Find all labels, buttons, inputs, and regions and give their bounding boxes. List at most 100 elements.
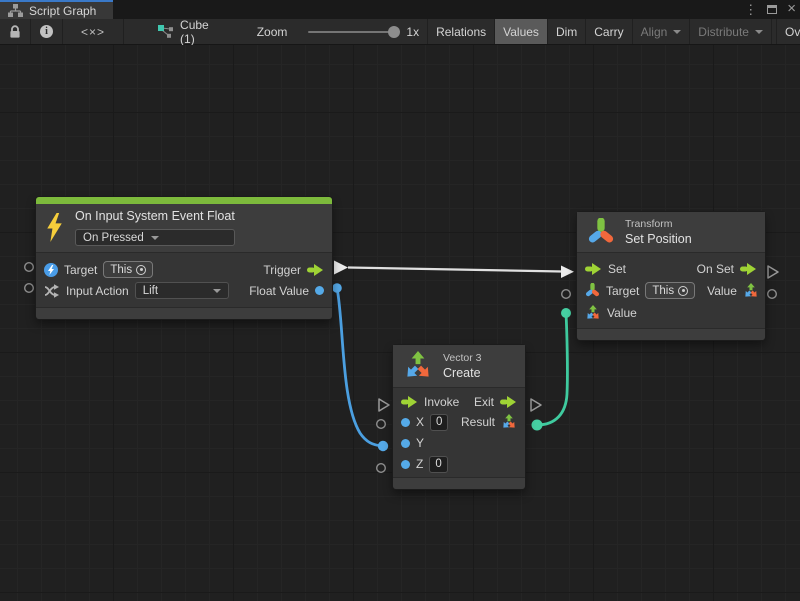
event-target-icon: [44, 263, 58, 277]
x-port-dot[interactable]: [401, 418, 410, 427]
node-transform-set-position[interactable]: Transform Set Position Set On Set: [577, 212, 765, 340]
zoom-slider-thumb[interactable]: [388, 26, 400, 38]
align-dropdown[interactable]: Align: [633, 19, 691, 44]
row-value-input: Value: [577, 302, 765, 323]
target-label: Target: [606, 284, 639, 298]
tab-title: Script Graph: [29, 4, 96, 18]
wire-result-to-value[interactable]: [537, 313, 567, 425]
node-selected-accent: [36, 197, 332, 204]
zoom-control: Zoom 1x: [249, 19, 427, 44]
carry-button[interactable]: Carry: [586, 19, 632, 44]
flow-arrow-icon[interactable]: [585, 263, 602, 275]
invoke-input-port[interactable]: [379, 399, 389, 411]
chevron-down-icon: [213, 289, 221, 293]
result-output-port-connected[interactable]: [532, 420, 543, 431]
node-header[interactable]: Vector 3 Create: [393, 345, 525, 388]
close-icon[interactable]: ×: [787, 1, 796, 16]
x-input-port[interactable]: [377, 420, 386, 429]
exit-output-port[interactable]: [531, 399, 541, 411]
node-category: Vector 3: [443, 352, 482, 364]
event-inputaction-external-port[interactable]: [25, 284, 34, 293]
input-action-dropdown[interactable]: Lift: [135, 282, 229, 299]
y-label: Y: [416, 436, 424, 450]
chevron-down-icon: [755, 30, 763, 34]
flow-arrow-icon[interactable]: [307, 264, 324, 276]
node-header[interactable]: Transform Set Position: [577, 212, 765, 253]
wire-trigger-to-set[interactable]: [348, 268, 562, 272]
zoom-slider[interactable]: [308, 31, 398, 33]
row-y: Y: [393, 433, 525, 453]
z-input-port[interactable]: [377, 464, 386, 473]
target-object-field[interactable]: This: [103, 261, 153, 278]
info-icon: i: [40, 25, 53, 38]
node-footer: [36, 307, 332, 319]
node-footer: [577, 328, 765, 340]
z-value-field[interactable]: 0: [429, 456, 447, 473]
vector3-icon-small[interactable]: [585, 305, 601, 321]
vector3-icon-small[interactable]: [743, 283, 759, 299]
wire-arrowhead: [561, 266, 574, 279]
event-mode-dropdown[interactable]: On Pressed: [75, 229, 235, 246]
target-label: Target: [64, 263, 97, 277]
value-output-label: Value: [707, 284, 737, 298]
dim-button[interactable]: Dim: [548, 19, 586, 44]
transform-value-output-port[interactable]: [768, 290, 777, 299]
values-button[interactable]: Values: [495, 19, 548, 44]
node-category: Transform: [625, 218, 692, 230]
relations-button[interactable]: Relations: [427, 19, 495, 44]
view-source-button[interactable]: <×>: [63, 19, 124, 44]
set-label: Set: [608, 262, 626, 276]
value-input-port-connected[interactable]: [561, 308, 571, 318]
floatvalue-output-port[interactable]: [332, 283, 342, 293]
z-label: Z: [416, 457, 423, 471]
z-port-dot[interactable]: [401, 460, 410, 469]
distribute-dropdown[interactable]: Distribute: [690, 19, 772, 44]
input-action-label: Input Action: [66, 284, 129, 298]
flow-arrow-icon[interactable]: [500, 396, 517, 408]
wire-floatvalue-to-y[interactable]: [337, 288, 383, 446]
script-graph-window: Script Graph ⋮ × i <×>: [0, 0, 800, 601]
row-target-value: Target This Value: [577, 279, 765, 302]
row-invoke-exit: Invoke Exit: [393, 392, 525, 411]
y-input-port-connected[interactable]: [378, 441, 388, 451]
inspect-button[interactable]: i: [31, 19, 63, 44]
x-value-field[interactable]: 0: [430, 414, 448, 431]
float-value-port-dot[interactable]: [315, 286, 324, 295]
titlebar: Script Graph ⋮ ×: [0, 0, 800, 19]
vector3-icon-small[interactable]: [501, 414, 517, 430]
trigger-label: Trigger: [263, 263, 301, 277]
tab-script-graph[interactable]: Script Graph: [0, 0, 113, 19]
node-on-input-system-event-float[interactable]: On Input System Event Float On Pressed T…: [36, 197, 332, 319]
event-target-external-port[interactable]: [25, 263, 34, 272]
row-z: Z 0: [393, 453, 525, 475]
object-picker-icon[interactable]: [678, 286, 688, 296]
y-port-dot[interactable]: [401, 439, 410, 448]
breadcrumb[interactable]: Cube (1): [146, 19, 221, 44]
onset-output-port[interactable]: [768, 266, 778, 278]
flow-arrow-icon[interactable]: [401, 396, 418, 408]
exit-label: Exit: [474, 395, 494, 409]
lock-button[interactable]: [0, 19, 31, 44]
target-object-field[interactable]: This: [645, 282, 695, 299]
node-title: Set Position: [625, 232, 692, 246]
result-label: Result: [461, 415, 495, 429]
node-vector3-create[interactable]: Vector 3 Create Invoke Exit: [393, 345, 525, 489]
chevron-down-icon: [151, 236, 159, 240]
object-picker-icon[interactable]: [136, 265, 146, 275]
node-footer: [393, 477, 525, 489]
row-target: Target This Trigger: [36, 259, 332, 280]
window-menu-icon[interactable]: ⋮: [744, 3, 757, 16]
graph-node-icon: [158, 25, 173, 38]
value-input-label: Value: [607, 306, 637, 320]
lock-icon: [9, 25, 21, 39]
zoom-label: Zoom: [257, 25, 288, 39]
flow-arrow-icon[interactable]: [740, 263, 757, 275]
node-header[interactable]: On Input System Event Float On Pressed: [36, 204, 332, 253]
chevron-down-icon: [673, 30, 681, 34]
maximize-icon[interactable]: [767, 5, 777, 14]
transform-target-input-port[interactable]: [562, 290, 571, 299]
overview-button[interactable]: Overview: [776, 19, 800, 44]
trigger-output-port[interactable]: [334, 261, 348, 275]
float-value-label: Float Value: [249, 284, 309, 298]
graph-canvas[interactable]: On Input System Event Float On Pressed T…: [0, 45, 800, 601]
